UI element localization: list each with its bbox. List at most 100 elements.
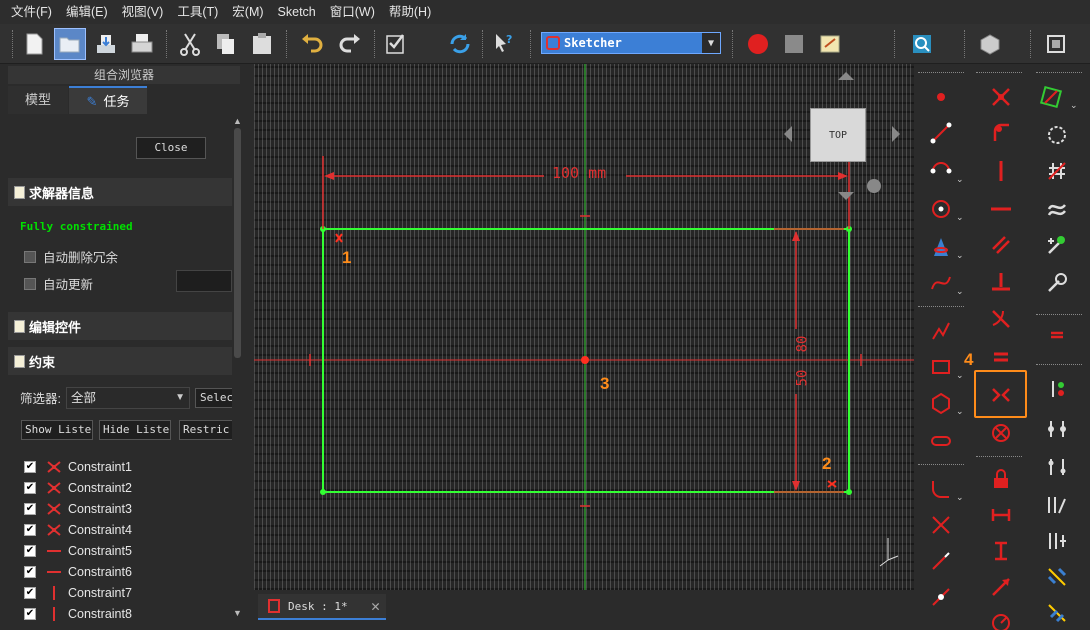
undo-icon[interactable]	[296, 28, 328, 60]
coincident-icon[interactable]	[986, 82, 1016, 112]
list-item[interactable]: ✔ Constraint7	[24, 582, 232, 603]
parallel-icon[interactable]	[986, 230, 1016, 260]
filter-select[interactable]: 全部 ▼	[66, 387, 190, 409]
perpendicular-icon[interactable]	[986, 266, 1016, 296]
lock-icon[interactable]	[986, 464, 1016, 494]
polyline-icon[interactable]	[926, 316, 956, 346]
trim-icon[interactable]	[926, 510, 956, 540]
dark-field[interactable]	[176, 270, 232, 292]
nav-menu-icon[interactable]	[867, 179, 881, 193]
view-box-icon[interactable]	[1040, 28, 1072, 60]
horizontal-dimension-label[interactable]: 100 mm	[552, 164, 606, 182]
symmetric-icon[interactable]	[986, 380, 1016, 410]
list-item[interactable]: ✔ Constraint6	[24, 561, 232, 582]
checkbox[interactable]: ✔	[24, 502, 36, 515]
nav-down-icon[interactable]	[838, 192, 854, 200]
restore-icon[interactable]	[1042, 320, 1072, 350]
list-item[interactable]: ✔ Constraint4	[24, 519, 232, 540]
chevron-down-icon[interactable]: ⌄	[956, 250, 964, 261]
auto-remove-redundant-checkbox[interactable]: 自动删除冗余	[24, 247, 118, 266]
zoom-icon[interactable]	[906, 28, 938, 60]
copy-icon[interactable]	[210, 28, 242, 60]
new-file-icon[interactable]	[18, 28, 50, 60]
bspline-icon[interactable]	[926, 268, 956, 298]
equal-icon[interactable]	[986, 342, 1016, 372]
chevron-down-icon[interactable]: ⌄	[956, 492, 964, 503]
vertical-dimension-label[interactable]: 80	[794, 336, 810, 353]
menu-edit[interactable]: 编辑(E)	[59, 0, 115, 24]
auto-update-checkbox[interactable]: 自动更新	[24, 274, 93, 293]
symmetry-tool-icon[interactable]	[1042, 562, 1072, 592]
clone-icon[interactable]	[1042, 598, 1072, 628]
part-icon[interactable]	[974, 28, 1006, 60]
navigation-cube[interactable]: TOP	[810, 108, 866, 162]
validate-icon[interactable]	[1036, 82, 1066, 112]
tangent-icon[interactable]	[986, 304, 1016, 334]
paste-icon[interactable]	[246, 28, 278, 60]
block-icon[interactable]	[986, 418, 1016, 448]
radius-icon[interactable]	[986, 606, 1016, 630]
save-icon[interactable]	[90, 28, 122, 60]
checkbox[interactable]: ✔	[24, 607, 36, 620]
toolbar-handle[interactable]	[976, 72, 1022, 75]
remove-axes-icon[interactable]	[1042, 490, 1072, 520]
chevron-down-icon[interactable]: ▼	[233, 608, 242, 618]
tab-task[interactable]: ✎ 任务	[69, 86, 147, 114]
conic-icon[interactable]	[926, 232, 956, 262]
menu-file[interactable]: 文件(F)	[4, 0, 59, 24]
select-conflict-icon[interactable]	[1042, 268, 1072, 298]
chevron-down-icon[interactable]: ⌄	[956, 212, 964, 223]
edit-macro-icon[interactable]	[814, 28, 846, 60]
sketch-canvas[interactable]: TOP 100 mm 80 50 1 2 3	[254, 64, 914, 590]
checkbox[interactable]: ✔	[24, 586, 36, 599]
split-icon[interactable]	[926, 582, 956, 612]
hide-listed-button[interactable]: Hide Listed	[99, 420, 171, 440]
nav-up-icon[interactable]	[838, 72, 854, 80]
close-button[interactable]: Close	[136, 137, 206, 159]
horizontal-distance-icon[interactable]	[986, 500, 1016, 530]
distance-icon[interactable]	[986, 572, 1016, 602]
redo-icon[interactable]	[334, 28, 366, 60]
rectangular-array-icon[interactable]	[1042, 452, 1072, 482]
list-item[interactable]: ✔ Constraint2	[24, 477, 232, 498]
checkbox[interactable]: ✔	[24, 544, 36, 557]
line-icon[interactable]	[926, 118, 956, 148]
horizontal-icon[interactable]	[986, 194, 1016, 224]
solver-info-header[interactable]: 求解器信息	[8, 178, 232, 206]
close-icon[interactable]: ✕	[371, 597, 380, 615]
menu-sketch[interactable]: Sketch	[271, 0, 323, 24]
toolbar-handle[interactable]	[12, 30, 14, 58]
constraints-header[interactable]: 约束	[8, 347, 232, 375]
nav-right-icon[interactable]	[892, 126, 900, 142]
close-shape-icon[interactable]	[1042, 120, 1072, 150]
open-folder-icon[interactable]	[54, 28, 86, 60]
chevron-down-icon[interactable]: ⌄	[956, 406, 964, 417]
document-tab[interactable]: Desk : 1* ✕	[258, 594, 386, 620]
select-button[interactable]: Selec	[195, 388, 235, 408]
slot-icon[interactable]	[926, 426, 956, 456]
vertical-distance-icon[interactable]	[986, 536, 1016, 566]
nav-left-icon[interactable]	[784, 126, 792, 142]
checkbox[interactable]: ✔	[24, 523, 36, 536]
list-item[interactable]: ✔ Constraint8	[24, 603, 232, 624]
polygon-icon[interactable]	[926, 388, 956, 418]
origin-point[interactable]	[581, 356, 589, 364]
menu-window[interactable]: 窗口(W)	[323, 0, 382, 24]
move-icon[interactable]	[1042, 414, 1072, 444]
checkbox[interactable]: ✔	[24, 481, 36, 494]
checklist-icon[interactable]	[380, 28, 412, 60]
chevron-down-icon[interactable]: ⌄	[1070, 100, 1078, 111]
vertex-point[interactable]	[320, 489, 326, 495]
scrollbar-thumb[interactable]	[234, 128, 241, 358]
chevron-up-icon[interactable]: ▲	[233, 116, 242, 126]
point-icon[interactable]	[926, 82, 956, 112]
cut-icon[interactable]	[174, 28, 206, 60]
vertical-icon[interactable]	[986, 156, 1016, 186]
show-listed-button[interactable]: Show Listed	[21, 420, 93, 440]
list-item[interactable]: ✔ Constraint3	[24, 498, 232, 519]
restrict-button[interactable]: Restric	[179, 420, 235, 440]
point-on-object-icon[interactable]	[986, 118, 1016, 148]
tab-model[interactable]: 模型	[8, 86, 68, 114]
delete-all-icon[interactable]	[1042, 526, 1072, 556]
menu-help[interactable]: 帮助(H)	[382, 0, 438, 24]
